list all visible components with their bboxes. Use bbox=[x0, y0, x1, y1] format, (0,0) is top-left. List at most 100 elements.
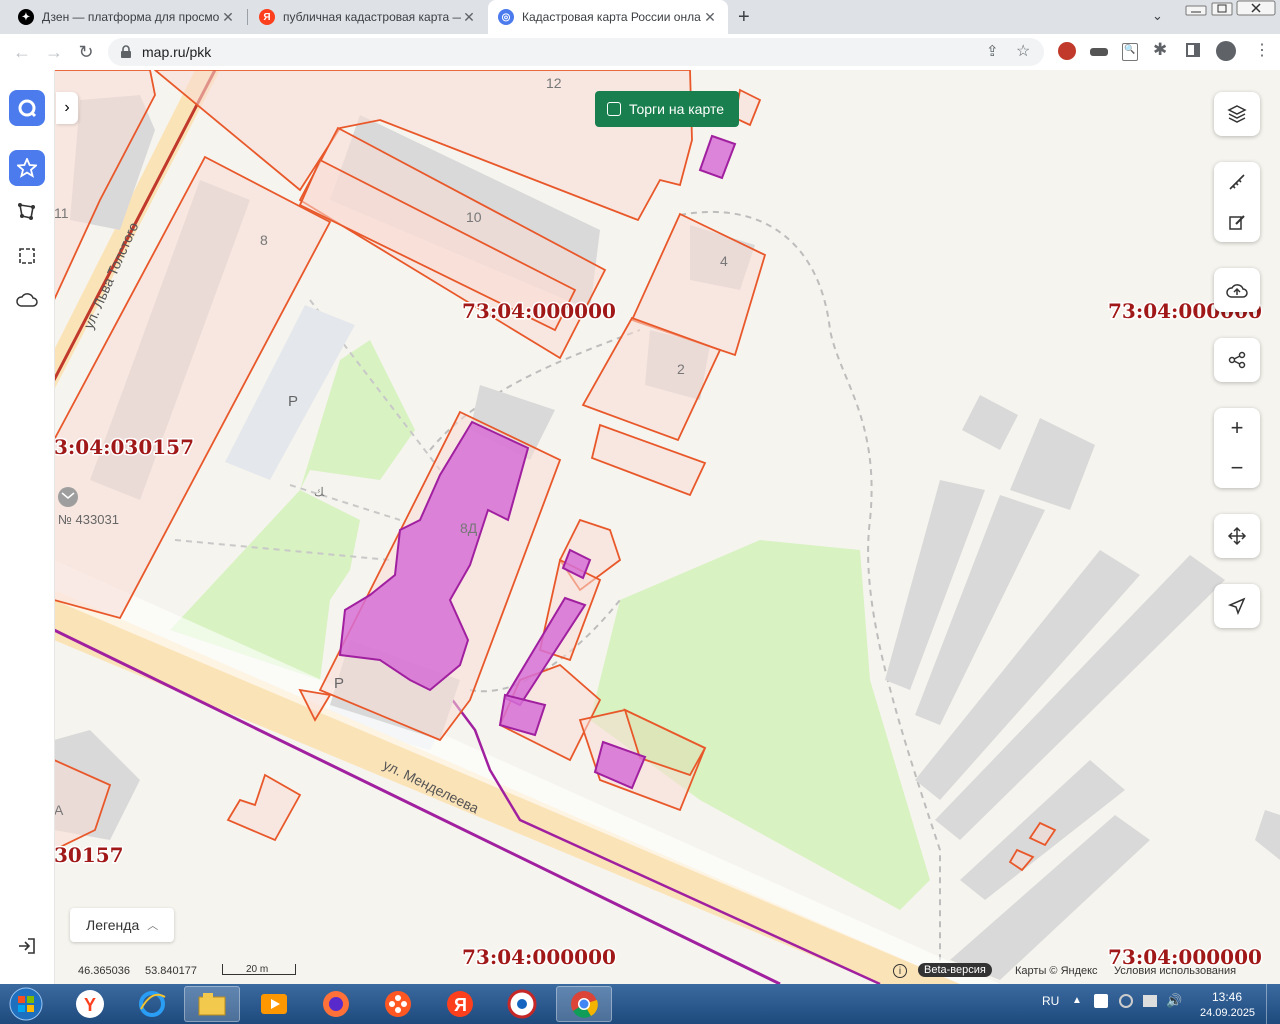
clock-time[interactable]: 13:46 bbox=[1212, 990, 1242, 1004]
location-arrow-icon bbox=[1227, 597, 1246, 616]
copyright-text[interactable]: Карты © Яндекс bbox=[1015, 965, 1098, 977]
tab-dzen[interactable]: ✦ Дзен — платформа для просмо ✕ bbox=[8, 0, 246, 34]
cadastral-number: 30157 bbox=[54, 843, 124, 867]
reload-icon[interactable]: ↻ bbox=[74, 40, 98, 64]
mapru-logo-icon[interactable] bbox=[9, 90, 45, 126]
share-icon bbox=[1228, 351, 1246, 369]
torgi-checkbox[interactable] bbox=[607, 102, 621, 116]
media-player-icon[interactable] bbox=[246, 986, 302, 1022]
house-number: 11 bbox=[54, 205, 69, 221]
windows-taskbar: Y Я RU ▲ 🔊 13:46 24.09.2025 bbox=[0, 984, 1280, 1024]
geolocation-button[interactable] bbox=[1214, 584, 1260, 628]
torgi-label: Торги на карте bbox=[629, 101, 724, 117]
legend-button[interactable]: Легенда ︿ bbox=[70, 908, 174, 942]
tray-expand-icon[interactable]: ▲ bbox=[1072, 995, 1082, 1006]
tray-update-icon[interactable] bbox=[1119, 994, 1133, 1008]
cloud-upload-icon bbox=[1226, 284, 1248, 298]
clock-date[interactable]: 24.09.2025 bbox=[1200, 1007, 1255, 1019]
maximize-button[interactable] bbox=[1210, 2, 1234, 16]
tab-search-icon[interactable]: ⌄ bbox=[1152, 8, 1163, 24]
expand-panel-chevron-icon[interactable]: › bbox=[56, 92, 78, 124]
house-number: 2 bbox=[677, 361, 685, 377]
side-panel-icon[interactable] bbox=[1186, 43, 1200, 57]
terms-link[interactable]: Условия использования bbox=[1114, 965, 1236, 977]
firefox-icon[interactable] bbox=[308, 986, 364, 1022]
move-button[interactable] bbox=[1214, 514, 1260, 558]
language-indicator[interactable]: RU bbox=[1042, 994, 1059, 1008]
extension-search-icon[interactable]: 🔍 bbox=[1122, 43, 1138, 61]
ruler-icon[interactable] bbox=[1227, 172, 1247, 192]
torgi-toggle[interactable]: Торги на карте bbox=[595, 91, 739, 127]
upload-button[interactable] bbox=[1214, 268, 1260, 312]
house-number: 8Д bbox=[460, 520, 478, 536]
address-bar[interactable]: map.ru/pkk ⇪ ☆ bbox=[108, 38, 1044, 66]
close-tab-icon[interactable]: ✕ bbox=[220, 9, 236, 26]
ccleaner-icon[interactable] bbox=[494, 986, 550, 1022]
polygon-tool-icon[interactable] bbox=[9, 194, 45, 230]
move-arrows-icon bbox=[1227, 526, 1247, 546]
close-tab-icon[interactable]: ✕ bbox=[461, 9, 477, 26]
cloud-icon[interactable] bbox=[9, 282, 45, 318]
left-toolbar: › bbox=[0, 70, 78, 984]
house-number: 8 bbox=[260, 232, 268, 248]
login-icon[interactable] bbox=[9, 928, 45, 964]
back-icon[interactable]: ← bbox=[10, 40, 34, 64]
profile-avatar-icon[interactable] bbox=[1216, 41, 1236, 61]
info-icon[interactable]: i bbox=[893, 964, 907, 978]
yandex-icon[interactable]: Я bbox=[432, 986, 488, 1022]
layers-button[interactable] bbox=[1214, 92, 1260, 136]
map-footer: 46.365036 53.840177 20 m i Beta-версия К… bbox=[54, 962, 1280, 984]
post-office-label: № 433031 bbox=[58, 512, 119, 527]
house-number: 10 bbox=[466, 209, 482, 225]
edit-icon[interactable] bbox=[1227, 212, 1247, 232]
layers-icon bbox=[1227, 105, 1247, 123]
parking-label: P bbox=[334, 675, 344, 692]
new-tab-button[interactable]: + bbox=[738, 6, 750, 29]
share-button[interactable] bbox=[1214, 338, 1260, 382]
tab-title: Кадастровая карта России онла bbox=[522, 10, 701, 24]
scale-label: 20 m bbox=[246, 964, 269, 975]
extension-ladybug-icon[interactable] bbox=[1058, 42, 1076, 60]
svg-text:Y: Y bbox=[84, 995, 96, 1015]
bookmark-star-icon[interactable]: ☆ bbox=[1016, 41, 1030, 61]
network-icon[interactable] bbox=[1143, 995, 1157, 1007]
zoom-out-icon[interactable]: − bbox=[1231, 455, 1244, 481]
tab-yandex[interactable]: Я публичная кадастровая карта — ✕ bbox=[249, 0, 487, 34]
close-window-button[interactable] bbox=[1236, 0, 1276, 16]
minimize-button[interactable] bbox=[1184, 2, 1208, 16]
chrome-icon[interactable] bbox=[556, 986, 612, 1022]
house-number: А bbox=[54, 802, 64, 818]
house-number: 12 bbox=[546, 75, 562, 91]
cadastral-map[interactable]: 73:04:000000 73:04:000000 3:04:030157 30… bbox=[54, 70, 1280, 984]
share-icon[interactable]: ⇪ bbox=[986, 42, 999, 60]
tab-mapru[interactable]: ◎ Кадастровая карта России онла ✕ bbox=[488, 0, 728, 34]
draw-tools-group bbox=[1214, 162, 1260, 242]
explorer-icon[interactable] bbox=[184, 986, 240, 1022]
house-number: 4 bbox=[720, 253, 728, 269]
volume-icon[interactable]: 🔊 bbox=[1166, 993, 1182, 1009]
forward-icon[interactable]: → bbox=[42, 40, 66, 64]
extension-hat-icon[interactable] bbox=[1090, 48, 1108, 56]
coord-lat: 46.365036 bbox=[78, 965, 130, 977]
menu-kebab-icon[interactable]: ⋮ bbox=[1254, 40, 1270, 60]
legend-label: Легенда bbox=[86, 917, 140, 933]
start-button[interactable] bbox=[2, 986, 50, 1022]
lock-icon bbox=[121, 45, 131, 58]
show-desktop-button[interactable] bbox=[1266, 984, 1280, 1024]
cadastral-number: 3:04:030157 bbox=[54, 435, 194, 459]
select-area-icon[interactable] bbox=[9, 238, 45, 274]
tab-strip: ✦ Дзен — платформа для просмо ✕ Я публич… bbox=[0, 0, 1280, 34]
close-tab-icon[interactable]: ✕ bbox=[702, 9, 718, 26]
post-office-icon bbox=[58, 487, 78, 507]
extensions-puzzle-icon[interactable]: ✱ bbox=[1153, 40, 1167, 60]
yandex-browser-icon[interactable]: Y bbox=[62, 986, 118, 1022]
app-flower-icon[interactable] bbox=[370, 986, 426, 1022]
tray-flag-icon[interactable] bbox=[1094, 994, 1108, 1008]
playground-icon: ﻚ bbox=[314, 485, 325, 499]
zoom-in-icon[interactable]: + bbox=[1231, 415, 1244, 441]
ie-icon[interactable] bbox=[124, 986, 180, 1022]
svg-text:Я: Я bbox=[454, 995, 467, 1015]
coord-lon: 53.840177 bbox=[145, 965, 197, 977]
cadastral-number: 73:04:000000 bbox=[462, 299, 616, 323]
favorites-star-icon[interactable] bbox=[9, 150, 45, 186]
